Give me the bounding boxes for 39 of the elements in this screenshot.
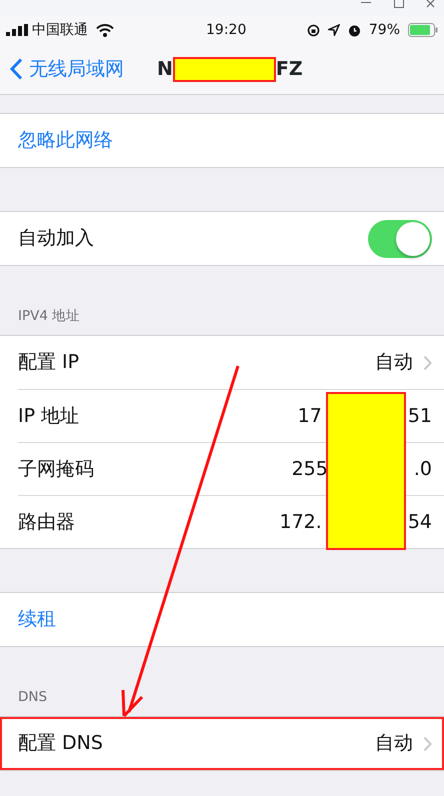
toggle-switch[interactable] [368, 220, 432, 258]
chevron-icon [423, 736, 432, 752]
network-name: FZ [276, 56, 303, 82]
rotation-lock-icon [306, 24, 320, 36]
list-row[interactable]: 配置 DNS 自动 [0, 717, 444, 770]
list-row[interactable]: 续租 [0, 593, 444, 646]
alarm-icon [348, 24, 361, 36]
row-value: 51 [408, 404, 432, 429]
battery-percent: 79% [368, 20, 400, 40]
row-label: 配置 DNS [18, 731, 103, 756]
row-value: 自动 [375, 350, 413, 376]
row-value: 255 [292, 456, 328, 482]
row-value: 自动 [375, 731, 413, 756]
minimize-icon[interactable] [360, 0, 372, 4]
row-label: 自动加入 [18, 226, 94, 252]
chevron-icon [423, 354, 432, 370]
carrier-name: 中国联通 [32, 20, 88, 40]
row-value: 17 [298, 404, 322, 429]
location-icon [328, 24, 340, 36]
row-label: 路由器 [18, 510, 75, 535]
status-time: 19:20 [206, 20, 246, 40]
list-row[interactable]: 配置 IP 自动 [0, 336, 444, 389]
back-chevron-icon [10, 58, 23, 80]
row-value: .0 [414, 456, 432, 482]
network-name: N [157, 56, 173, 82]
list-row[interactable]: 忽略此网络 [0, 114, 444, 167]
battery-icon [408, 23, 438, 37]
row-label: IP 地址 [18, 404, 80, 429]
signal-icon [6, 24, 28, 36]
section-header: IPV4 地址 [18, 306, 80, 326]
maximize-icon[interactable] [394, 0, 404, 8]
close-icon[interactable] [426, 0, 436, 8]
section-header: DNS [18, 688, 48, 707]
wifi-icon [96, 24, 114, 36]
row-label: 配置 IP [18, 350, 80, 376]
row-value: 172. [280, 510, 322, 535]
row-value: 54 [408, 510, 432, 535]
row-label: 子网掩码 [18, 456, 94, 482]
back-button[interactable]: 无线局域网 [0, 54, 130, 84]
